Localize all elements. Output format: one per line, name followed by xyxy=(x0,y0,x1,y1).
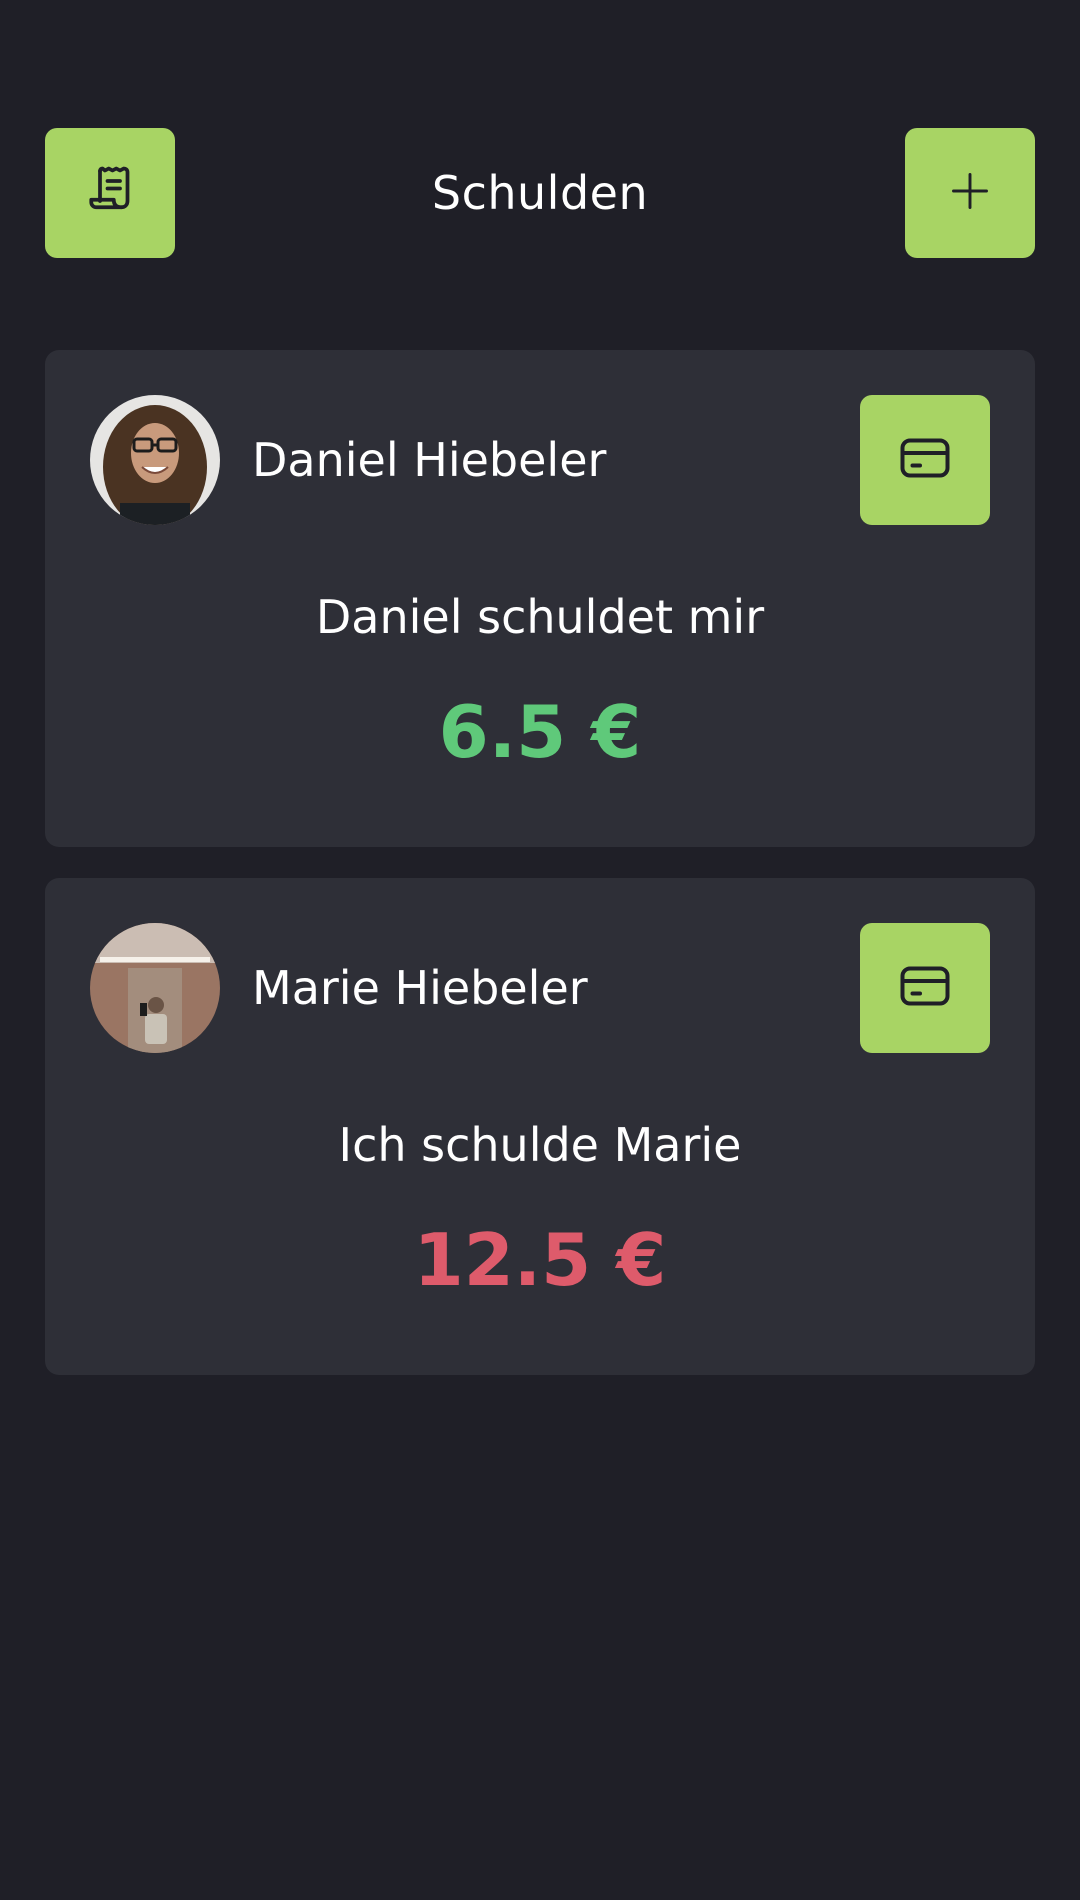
avatar xyxy=(90,923,220,1053)
debt-description: Ich schulde Marie xyxy=(338,1118,742,1172)
page-title: Schulden xyxy=(431,166,649,220)
credit-card-icon xyxy=(895,428,955,493)
history-button[interactable] xyxy=(45,128,175,258)
app-screen: Schulden Daniel Hiebeler Daniel schuldet… xyxy=(0,0,1080,1900)
debt-amount: 12.5 € xyxy=(413,1218,667,1302)
add-debt-button[interactable] xyxy=(904,128,1035,258)
credit-card-icon xyxy=(895,956,955,1021)
person-name: Marie Hiebeler xyxy=(252,961,588,1015)
debt-description: Daniel schuldet mir xyxy=(315,590,765,644)
avatar xyxy=(90,395,220,525)
debt-card-header: Daniel Hiebeler xyxy=(90,395,990,525)
receipt-icon xyxy=(80,161,140,226)
person-name: Daniel Hiebeler xyxy=(252,433,607,487)
pay-button[interactable] xyxy=(860,923,990,1053)
debt-card[interactable]: Marie Hiebeler Ich schulde Marie 12.5 € xyxy=(45,878,1035,1375)
debt-card-header: Marie Hiebeler xyxy=(90,923,990,1053)
plus-icon xyxy=(948,169,992,218)
debt-card[interactable]: Daniel Hiebeler Daniel schuldet mir 6.5 … xyxy=(45,350,1035,847)
header: Schulden xyxy=(45,128,1035,258)
person-info: Marie Hiebeler xyxy=(90,923,588,1053)
person-info: Daniel Hiebeler xyxy=(90,395,606,525)
pay-button[interactable] xyxy=(860,395,990,525)
debt-amount: 6.5 € xyxy=(438,690,642,774)
